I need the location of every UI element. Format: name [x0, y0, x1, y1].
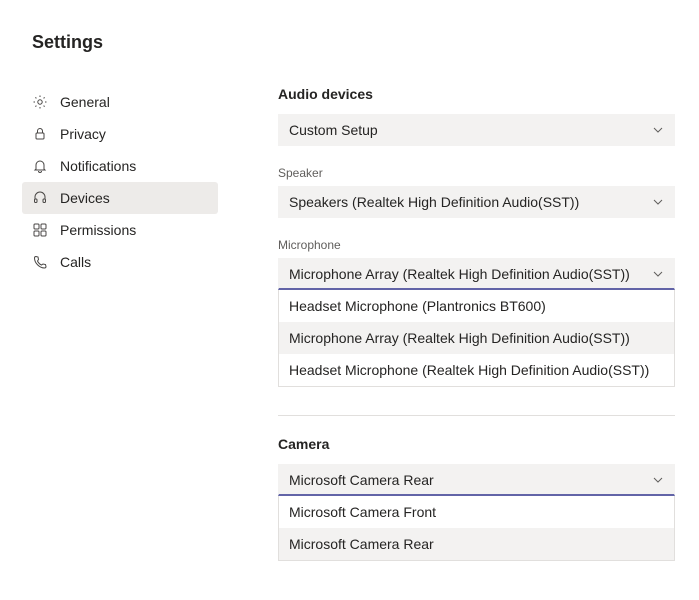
sidebar-item-label: Permissions	[60, 222, 136, 238]
speaker-select[interactable]: Speakers (Realtek High Definition Audio(…	[278, 186, 675, 218]
sidebar-item-general[interactable]: General	[22, 86, 218, 118]
phone-icon	[32, 254, 48, 270]
gear-icon	[32, 94, 48, 110]
camera-dropdown: Microsoft Camera Front Microsoft Camera …	[278, 495, 675, 561]
select-value: Custom Setup	[289, 122, 378, 138]
microphone-option[interactable]: Microphone Array (Realtek High Definitio…	[279, 322, 674, 354]
microphone-option[interactable]: Headset Microphone (Realtek High Definit…	[279, 354, 674, 386]
lock-icon	[32, 126, 48, 142]
speaker-label: Speaker	[278, 166, 675, 180]
chevron-down-icon	[652, 196, 664, 208]
apps-icon	[32, 222, 48, 238]
microphone-option[interactable]: Headset Microphone (Plantronics BT600)	[279, 290, 674, 322]
select-value: Microphone Array (Realtek High Definitio…	[289, 266, 630, 282]
sidebar-item-calls[interactable]: Calls	[22, 246, 218, 278]
microphone-select[interactable]: Microphone Array (Realtek High Definitio…	[278, 258, 675, 290]
sidebar-item-label: Devices	[60, 190, 110, 206]
chevron-down-icon	[652, 268, 664, 280]
sidebar-item-label: Privacy	[60, 126, 106, 142]
section-divider	[278, 415, 675, 416]
sidebar-item-privacy[interactable]: Privacy	[22, 118, 218, 150]
headset-icon	[32, 190, 48, 206]
sidebar-item-notifications[interactable]: Notifications	[22, 150, 218, 182]
bell-icon	[32, 158, 48, 174]
sidebar-item-label: Notifications	[60, 158, 136, 174]
select-value: Microsoft Camera Rear	[289, 472, 434, 488]
sidebar-item-label: General	[60, 94, 110, 110]
close-button[interactable]	[667, 28, 679, 56]
settings-content: Audio devices Custom Setup Speaker Speak…	[218, 68, 699, 561]
sidebar-item-permissions[interactable]: Permissions	[22, 214, 218, 246]
audio-setup-select[interactable]: Custom Setup	[278, 114, 675, 146]
camera-select[interactable]: Microsoft Camera Rear	[278, 464, 675, 496]
audio-devices-heading: Audio devices	[278, 86, 675, 102]
sidebar-item-label: Calls	[60, 254, 91, 270]
chevron-down-icon	[652, 124, 664, 136]
select-value: Speakers (Realtek High Definition Audio(…	[289, 194, 579, 210]
camera-heading: Camera	[278, 436, 675, 452]
camera-option[interactable]: Microsoft Camera Front	[279, 496, 674, 528]
sidebar-item-devices[interactable]: Devices	[22, 182, 218, 214]
camera-option[interactable]: Microsoft Camera Rear	[279, 528, 674, 560]
chevron-down-icon	[652, 474, 664, 486]
microphone-dropdown: Headset Microphone (Plantronics BT600) M…	[278, 289, 675, 387]
microphone-label: Microphone	[278, 238, 675, 252]
page-title: Settings	[32, 32, 103, 53]
settings-sidebar: General Privacy Notifications Devices Pe	[0, 68, 218, 561]
